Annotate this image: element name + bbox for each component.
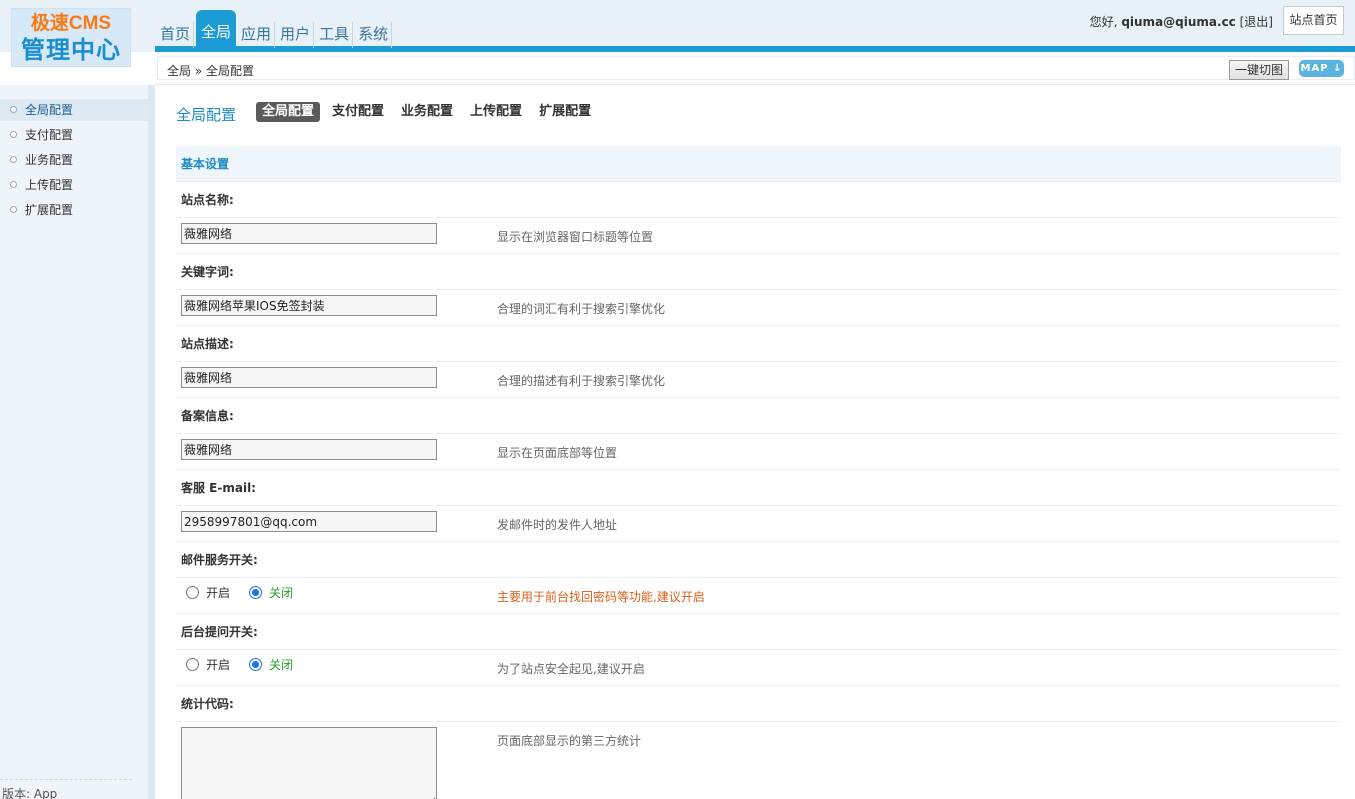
mail-switch-off-label[interactable]: 关闭	[269, 584, 293, 601]
sidebar-divider	[0, 779, 132, 780]
map-button[interactable]: MAP ↓	[1299, 60, 1344, 77]
icp-label: 备案信息:	[176, 398, 1341, 434]
bullet-icon	[10, 181, 17, 188]
site-home-button[interactable]: 站点首页	[1283, 6, 1344, 35]
site-name-row: 显示在浏览器窗口标题等位置	[176, 218, 1341, 254]
breadcrumb: 全局 » 全局配置	[167, 64, 254, 78]
nav-item-home[interactable]: 首页	[157, 22, 195, 48]
tab-global-config[interactable]: 全局配置	[256, 102, 321, 122]
sidebar-item-label: 扩展配置	[25, 203, 74, 217]
stats-code-textarea[interactable]	[181, 727, 437, 799]
admin-question-radio-group: 开启 关闭	[186, 656, 312, 673]
screenshot-button[interactable]: 一键切图	[1228, 60, 1289, 80]
sidebar-item-label: 上传配置	[25, 178, 74, 192]
admin-question-label: 后台提问开关:	[176, 614, 1341, 650]
main-content: 全局配置 全局配置 支付配置 业务配置 上传配置 扩展配置 基本设置 站点名称:…	[155, 86, 1355, 799]
mail-switch-on-radio[interactable]	[186, 586, 199, 599]
description-label: 站点描述:	[176, 326, 1341, 362]
nav-item-apps[interactable]: 应用	[238, 22, 276, 48]
version-label: 版本: App	[2, 787, 58, 799]
sidebar-item-label: 支付配置	[25, 128, 74, 142]
mail-switch-label: 邮件服务开关:	[176, 542, 1341, 578]
icp-input[interactable]	[181, 439, 437, 460]
admin-question-off-radio[interactable]	[249, 658, 263, 671]
nav-item-tools[interactable]: 工具	[316, 22, 354, 48]
nav-item-users[interactable]: 用户	[277, 22, 315, 48]
email-input[interactable]	[181, 511, 437, 532]
sidebar-item-upload-config[interactable]: 上传配置	[0, 174, 148, 196]
sidebar-item-payment-config[interactable]: 支付配置	[0, 124, 148, 146]
stats-code-hint: 页面底部显示的第三方统计	[497, 734, 642, 748]
config-tabs: 全局配置 支付配置 业务配置 上传配置 扩展配置	[256, 102, 603, 122]
admin-question-off-label[interactable]: 关闭	[269, 656, 293, 673]
description-hint: 合理的描述有利于搜索引擎优化	[497, 374, 666, 388]
greeting: 您好,	[1089, 15, 1118, 29]
section-title: 基本设置	[176, 146, 1341, 182]
sidebar-item-label: 业务配置	[25, 153, 74, 167]
mail-switch-row: 开启 关闭 主要用于前台找回密码等功能,建议开启	[176, 578, 1341, 614]
logo[interactable]: 极速CMS 管理中心	[11, 8, 131, 67]
mail-switch-hint: 主要用于前台找回密码等功能,建议开启	[497, 590, 705, 604]
breadcrumb-bar: 全局 » 全局配置 一键切图 MAP ↓	[155, 52, 1355, 85]
admin-question-hint: 为了站点安全起见,建议开启	[497, 662, 645, 676]
stats-code-label: 统计代码:	[176, 686, 1341, 722]
site-name-hint: 显示在浏览器窗口标题等位置	[497, 230, 654, 244]
email-label: 客服 E-mail:	[176, 470, 1341, 506]
logo-line1: 极速CMS	[30, 13, 112, 34]
tab-extension-config[interactable]: 扩展配置	[534, 102, 596, 122]
description-row: 合理的描述有利于搜索引擎优化	[176, 362, 1341, 398]
page-title: 全局配置	[176, 106, 237, 124]
sidebar-item-label: 全局配置	[25, 103, 74, 117]
description-input[interactable]	[181, 367, 437, 388]
icp-hint: 显示在页面底部等位置	[497, 446, 618, 460]
bullet-icon	[10, 106, 17, 113]
nav-item-global[interactable]: 全局	[196, 10, 237, 48]
sidebar-item-extension-config[interactable]: 扩展配置	[0, 199, 148, 221]
breadcrumb-bar-inner	[157, 56, 1355, 80]
logo-line2: 管理中心	[21, 37, 121, 64]
admin-question-on-label[interactable]: 开启	[206, 656, 230, 673]
sidebar-item-business-config[interactable]: 业务配置	[0, 149, 148, 171]
tab-upload-config[interactable]: 上传配置	[465, 102, 527, 122]
admin-question-row: 开启 关闭 为了站点安全起见,建议开启	[176, 650, 1341, 686]
sidebar-item-global-config[interactable]: 全局配置	[0, 99, 148, 121]
email-row: 发邮件时的发件人地址	[176, 506, 1341, 542]
sidebar: 全局配置 支付配置 业务配置 上传配置 扩展配置 版本: App	[0, 85, 155, 799]
bullet-icon	[10, 206, 17, 213]
config-form: 基本设置 站点名称: 显示在浏览器窗口标题等位置 关键字词: 合理的词汇有利于搜…	[176, 146, 1341, 799]
tab-business-config[interactable]: 业务配置	[396, 102, 458, 122]
keywords-hint: 合理的词汇有利于搜索引擎优化	[497, 302, 666, 316]
icp-row: 显示在页面底部等位置	[176, 434, 1341, 470]
user-info: 您好, qiuma@qiuma.cc [退出]	[1090, 13, 1273, 30]
site-name-input[interactable]	[181, 223, 437, 244]
mail-switch-off-radio[interactable]	[249, 586, 263, 599]
nav-item-system[interactable]: 系统	[355, 22, 393, 48]
top-header: 首页 全局 应用 用户 工具 系统 您好, qiuma@qiuma.cc [退出…	[0, 0, 1355, 52]
tab-payment-config[interactable]: 支付配置	[327, 102, 389, 122]
keywords-row: 合理的词汇有利于搜索引擎优化	[176, 290, 1341, 326]
bullet-icon	[10, 156, 17, 163]
keywords-input[interactable]	[181, 295, 437, 316]
mail-switch-radio-group: 开启 关闭	[186, 584, 312, 601]
site-name-label: 站点名称:	[176, 182, 1341, 218]
bullet-icon	[10, 131, 17, 138]
logout-link[interactable]: [退出]	[1240, 15, 1273, 29]
keywords-label: 关键字词:	[176, 254, 1341, 290]
mail-switch-on-label[interactable]: 开启	[206, 584, 230, 601]
admin-question-on-radio[interactable]	[186, 658, 199, 671]
main-nav: 首页 全局 应用 用户 工具 系统	[157, 10, 394, 48]
username: qiuma@qiuma.cc	[1121, 15, 1236, 29]
sidebar-rail	[148, 85, 155, 799]
stats-code-row: 页面底部显示的第三方统计	[176, 722, 1341, 799]
email-hint: 发邮件时的发件人地址	[497, 518, 618, 532]
